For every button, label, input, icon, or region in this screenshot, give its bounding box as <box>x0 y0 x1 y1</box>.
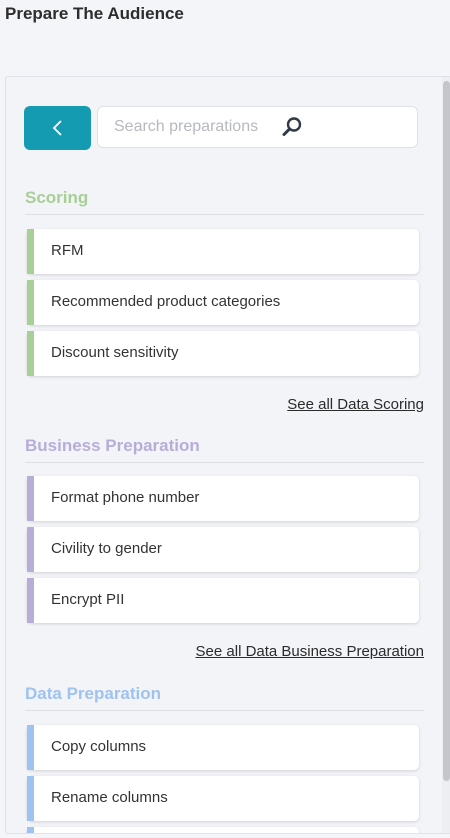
list-item-label: Format phone number <box>51 489 200 506</box>
search-input[interactable] <box>114 118 279 136</box>
category-color-bar <box>27 280 34 325</box>
page-title: Prepare The Audience <box>5 4 184 23</box>
category-color-bar <box>27 229 34 274</box>
list-item-label: Encrypt PII <box>51 591 125 608</box>
search-box[interactable] <box>97 106 418 148</box>
scrollbar[interactable] <box>442 77 450 833</box>
see-all-business-preparation-link[interactable]: See all Data Business Preparation <box>196 643 424 660</box>
category-color-bar <box>27 476 34 521</box>
list-item-copy-columns[interactable]: Copy columns <box>27 725 419 770</box>
category-color-bar <box>27 827 34 833</box>
list-item-rfm[interactable]: RFM <box>27 229 419 274</box>
section-title-data-preparation: Data Preparation <box>25 684 162 703</box>
category-color-bar <box>27 725 34 770</box>
list-item-format-phone-number[interactable]: Format phone number <box>27 476 419 521</box>
scrollbar-thumb[interactable] <box>443 81 450 781</box>
list-item-recommended-product-categories[interactable]: Recommended product categories <box>27 280 419 325</box>
back-button[interactable] <box>24 106 91 150</box>
list-item-partial[interactable] <box>27 827 419 833</box>
list-item-rename-columns[interactable]: Rename columns <box>27 776 419 821</box>
section-divider <box>25 214 424 215</box>
preparations-panel: Scoring RFM Recommended product categori… <box>5 76 450 834</box>
list-item-encrypt-pii[interactable]: Encrypt PII <box>27 578 419 623</box>
list-item-label: Rename columns <box>51 789 168 806</box>
list-item-label: Copy columns <box>51 738 147 755</box>
category-color-bar <box>27 776 34 821</box>
list-item-civility-to-gender[interactable]: Civility to gender <box>27 527 419 572</box>
magnifier-icon[interactable] <box>281 116 303 138</box>
section-divider <box>25 462 424 463</box>
category-color-bar <box>27 331 34 376</box>
list-item-discount-sensitivity[interactable]: Discount sensitivity <box>27 331 419 376</box>
see-all-scoring-link[interactable]: See all Data Scoring <box>287 396 424 413</box>
list-item-label: RFM <box>51 242 84 259</box>
section-title-business-preparation: Business Preparation <box>25 436 200 455</box>
category-color-bar <box>27 578 34 623</box>
list-item-label: Civility to gender <box>51 540 162 557</box>
list-item-label: Recommended product categories <box>51 293 281 310</box>
list-item-label: Discount sensitivity <box>51 344 179 361</box>
section-divider <box>25 710 424 711</box>
section-title-scoring: Scoring <box>25 188 89 207</box>
chevron-left-icon <box>52 120 62 136</box>
category-color-bar <box>27 527 34 572</box>
